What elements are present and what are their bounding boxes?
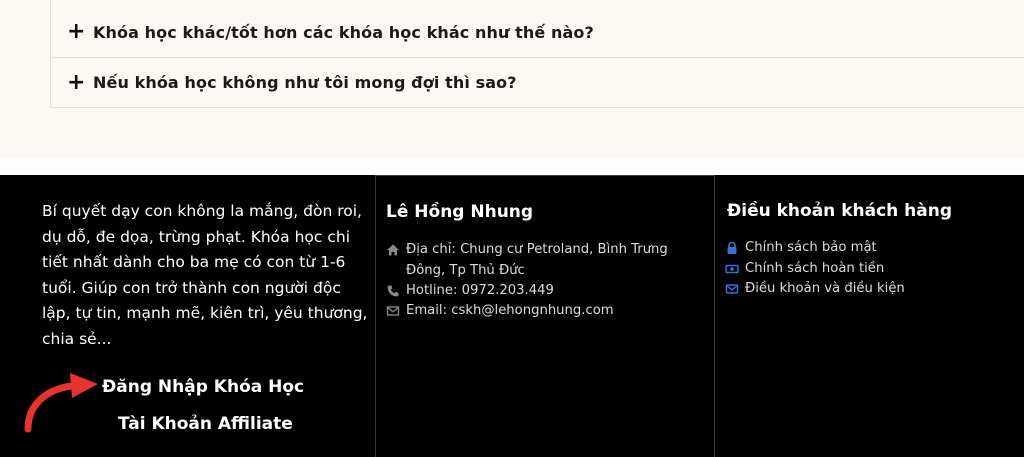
terms-conditions-link[interactable]: Điều khoản và điều kiện — [725, 279, 905, 300]
refund-policy-label[interactable]: Chính sách hoàn tiền — [745, 261, 884, 276]
refund-policy-link[interactable]: Chính sách hoàn tiền — [725, 259, 884, 280]
footer-contact-column: Lê Hồng Nhung Địa chỉ: Chung cư Petrolan… — [375, 175, 715, 457]
terms-title: Điều khoản khách hàng — [727, 201, 953, 221]
hotline-text[interactable]: Hotline: 0972.203.449 — [406, 281, 696, 302]
email-item[interactable]: Email: cskh@lehongnhung.com — [386, 301, 696, 322]
envelope-icon — [725, 284, 739, 294]
arrow-icon — [24, 373, 98, 433]
faq-accordion: + Khóa học khác/tốt hơn các khóa học khá… — [50, 0, 1024, 108]
footer-intro-text: Bí quyết dạy con không la mắng, đòn roi,… — [42, 202, 368, 348]
faq-section: + Khóa học khác/tốt hơn các khóa học khá… — [0, 0, 1024, 158]
footer-about-column: Bí quyết dạy con không la mắng, đòn roi,… — [0, 175, 375, 457]
faq-item[interactable]: + Khóa học khác/tốt hơn các khóa học khá… — [51, 7, 1024, 57]
hotline-item[interactable]: Hotline: 0972.203.449 — [386, 281, 696, 302]
course-login-link[interactable]: Đăng Nhập Khóa Học — [102, 377, 304, 397]
home-icon — [387, 244, 399, 256]
site-footer: Bí quyết dạy con không la mắng, đòn roi,… — [0, 175, 1024, 457]
address-item: Địa chỉ: Chung cư Petroland, Bình Trưng … — [386, 240, 696, 281]
terms-conditions-label[interactable]: Điều khoản và điều kiện — [745, 281, 905, 296]
faq-question[interactable]: Khóa học khác/tốt hơn các khóa học khác … — [93, 23, 594, 42]
envelope-icon — [386, 306, 400, 316]
phone-icon — [387, 285, 399, 297]
section-gap — [0, 158, 1024, 175]
faq-item[interactable]: + Nếu khóa học không như tôi mong đợi th… — [51, 57, 1024, 107]
plus-icon[interactable]: + — [67, 21, 91, 43]
plus-icon[interactable]: + — [67, 71, 91, 94]
address-text: Địa chỉ: Chung cư Petroland, Bình Trưng … — [406, 242, 668, 278]
contact-title: Lê Hồng Nhung — [386, 202, 534, 222]
privacy-policy-link[interactable]: Chính sách bảo mật — [725, 238, 877, 259]
lock-icon — [727, 241, 737, 254]
footer-terms-column: Điều khoản khách hàng Chính sách bảo mật… — [715, 175, 1024, 457]
money-icon — [725, 264, 739, 274]
affiliate-account-link[interactable]: Tài Khoản Affiliate — [118, 414, 293, 434]
faq-question[interactable]: Nếu khóa học không như tôi mong đợi thì … — [93, 73, 517, 92]
privacy-policy-label[interactable]: Chính sách bảo mật — [745, 240, 877, 255]
email-text[interactable]: Email: cskh@lehongnhung.com — [406, 301, 696, 322]
